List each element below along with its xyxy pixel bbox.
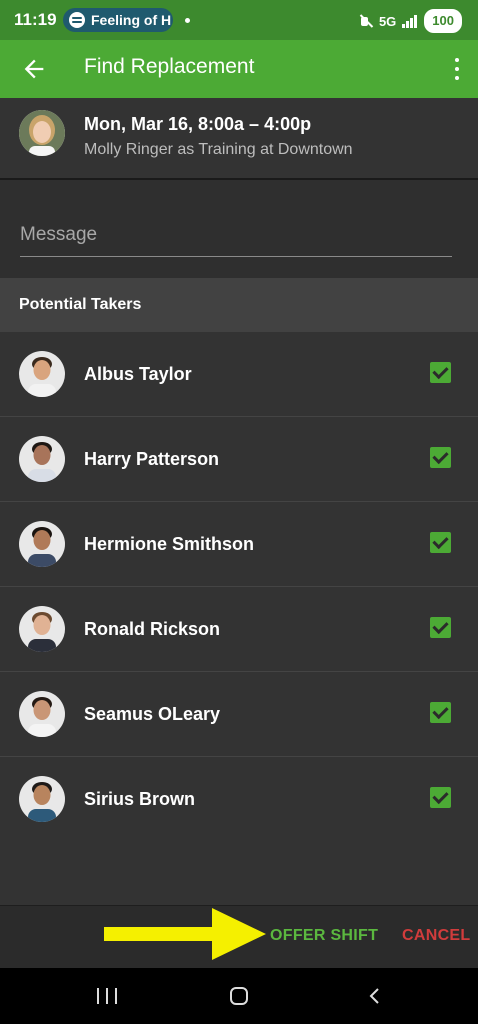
now-playing-pill[interactable]: Feeling of H [63,8,173,32]
spotify-icon [69,12,85,28]
checkbox-checked-icon[interactable] [430,787,451,808]
checkbox-checked-icon[interactable] [430,702,451,723]
checkbox-checked-icon[interactable] [430,532,451,553]
shift-summary: Mon, Mar 16, 8:00a – 4:00p Molly Ringer … [0,98,478,180]
notification-dot [185,18,190,23]
more-options-button[interactable] [452,54,462,84]
arrow-left-icon [24,59,44,79]
avatar [19,436,65,482]
page-title: Find Replacement [84,55,255,78]
system-nav-bar [0,968,478,1024]
taker-row[interactable]: Seamus OLeary [0,672,478,757]
recents-icon [97,988,99,1004]
taker-name: Seamus OLeary [84,704,221,724]
taker-row[interactable]: Hermione Smithson [0,502,478,587]
recents-button[interactable] [97,988,117,1004]
taker-name: Albus Taylor [84,364,192,384]
home-button[interactable] [230,987,248,1005]
taker-row[interactable]: Ronald Rickson [0,587,478,672]
status-icons: 5G 100 [359,9,462,33]
taker-name: Sirius Brown [84,789,196,809]
section-title: Potential Takers [19,296,142,313]
avatar [19,110,65,156]
status-time: 11:19 [14,10,57,29]
more-vertical-icon [455,58,459,62]
taker-name: Hermione Smithson [84,534,255,554]
app-bar: Find Replacement [0,40,478,98]
shift-date-time: Mon, Mar 16, 8:00a – 4:00p [84,114,312,134]
nav-back-button[interactable] [367,988,383,1004]
avatar [19,691,65,737]
taker-row[interactable]: Albus Taylor [0,332,478,417]
checkbox-checked-icon[interactable] [430,617,451,638]
signal-icon [402,14,418,28]
taker-name: Ronald Rickson [84,619,221,639]
avatar [19,521,65,567]
avatar [19,776,65,822]
network-label: 5G [378,13,397,29]
shift-detail: Molly Ringer as Training at Downtown [84,141,353,158]
checkbox-checked-icon[interactable] [430,362,451,383]
list-empty-space [0,841,478,905]
taker-row[interactable]: Harry Patterson [0,417,478,502]
section-header: Potential Takers [0,278,478,332]
message-section [0,180,478,278]
back-button[interactable] [20,55,48,83]
battery-indicator: 100 [424,9,462,33]
taker-name: Harry Patterson [84,449,220,469]
checkbox-checked-icon[interactable] [430,447,451,468]
status-bar: 11:19 Feeling of H 5G 100 [0,0,478,40]
mute-icon [359,14,373,28]
message-input[interactable] [20,218,452,257]
avatar [19,606,65,652]
cancel-button[interactable]: CANCEL [402,927,470,945]
avatar [19,351,65,397]
now-playing-text: Feeling of H [91,12,172,28]
taker-row[interactable]: Sirius Brown [0,757,478,842]
annotation-arrow-icon [104,908,266,960]
takers-list: Albus Taylor Harry Patterson Hermione Smit… [0,332,478,842]
offer-shift-button[interactable]: OFFER SHIFT [270,927,378,945]
